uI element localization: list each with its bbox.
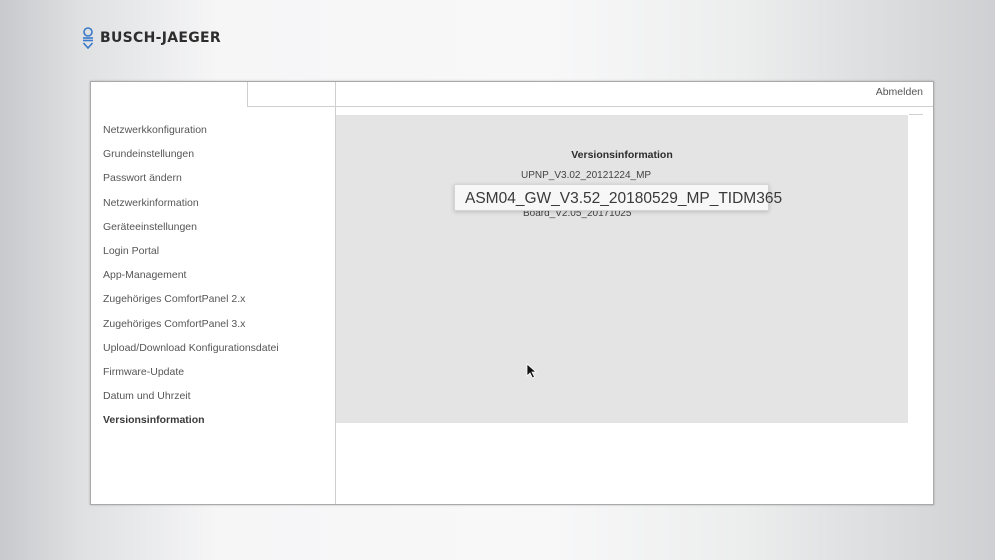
mouse-cursor-icon bbox=[526, 363, 537, 379]
sidebar-item-netzwerkkonfiguration[interactable]: Netzwerkkonfiguration bbox=[103, 122, 279, 146]
brand-name: BUSCH-JAEGER bbox=[100, 30, 221, 46]
sidebar-item-firmware-update[interactable]: Firmware-Update bbox=[103, 364, 279, 388]
version-info-panel: Versionsinformation UPNP_V3.02_20121224_… bbox=[336, 115, 908, 423]
brand-logo: BUSCH-JAEGER bbox=[82, 27, 221, 49]
sidebar-item-login-portal[interactable]: Login Portal bbox=[103, 243, 279, 267]
sidebar-item-app-management[interactable]: App-Management bbox=[103, 267, 279, 291]
sidebar-item-passwort-aendern[interactable]: Passwort ändern bbox=[103, 170, 279, 194]
sidebar-tab bbox=[247, 82, 336, 107]
sidebar-item-versionsinformation[interactable]: Versionsinformation bbox=[103, 412, 279, 436]
divider bbox=[909, 114, 923, 115]
logout-link[interactable]: Abmelden bbox=[876, 86, 923, 98]
busch-jaeger-logo-icon bbox=[82, 27, 94, 49]
sidebar: Netzwerkkonfiguration Grundeinstellungen… bbox=[91, 82, 336, 504]
sidebar-nav: Netzwerkkonfiguration Grundeinstellungen… bbox=[103, 122, 279, 436]
sidebar-item-datum-uhrzeit[interactable]: Datum und Uhrzeit bbox=[103, 388, 279, 412]
page-title: Versionsinformation bbox=[571, 149, 673, 161]
config-window: Netzwerkkonfiguration Grundeinstellungen… bbox=[90, 81, 934, 505]
sidebar-item-comfortpanel-2x[interactable]: Zugehöriges ComfortPanel 2.x bbox=[103, 291, 279, 315]
sidebar-item-netzwerkinformation[interactable]: Netzwerkinformation bbox=[103, 195, 279, 219]
sidebar-item-grundeinstellungen[interactable]: Grundeinstellungen bbox=[103, 146, 279, 170]
version-upnp: UPNP_V3.02_20121224_MP bbox=[521, 170, 652, 181]
sidebar-item-comfortpanel-3x[interactable]: Zugehöriges ComfortPanel 3.x bbox=[103, 316, 279, 340]
version-tooltip: ASM04_GW_V3.52_20180529_MP_TIDM365 bbox=[454, 184, 782, 211]
sidebar-item-geraeteeinstellungen[interactable]: Geräteeinstellungen bbox=[103, 219, 279, 243]
sidebar-item-upload-download[interactable]: Upload/Download Konfigurationsdatei bbox=[103, 340, 279, 364]
top-bar: Abmelden bbox=[336, 82, 933, 107]
